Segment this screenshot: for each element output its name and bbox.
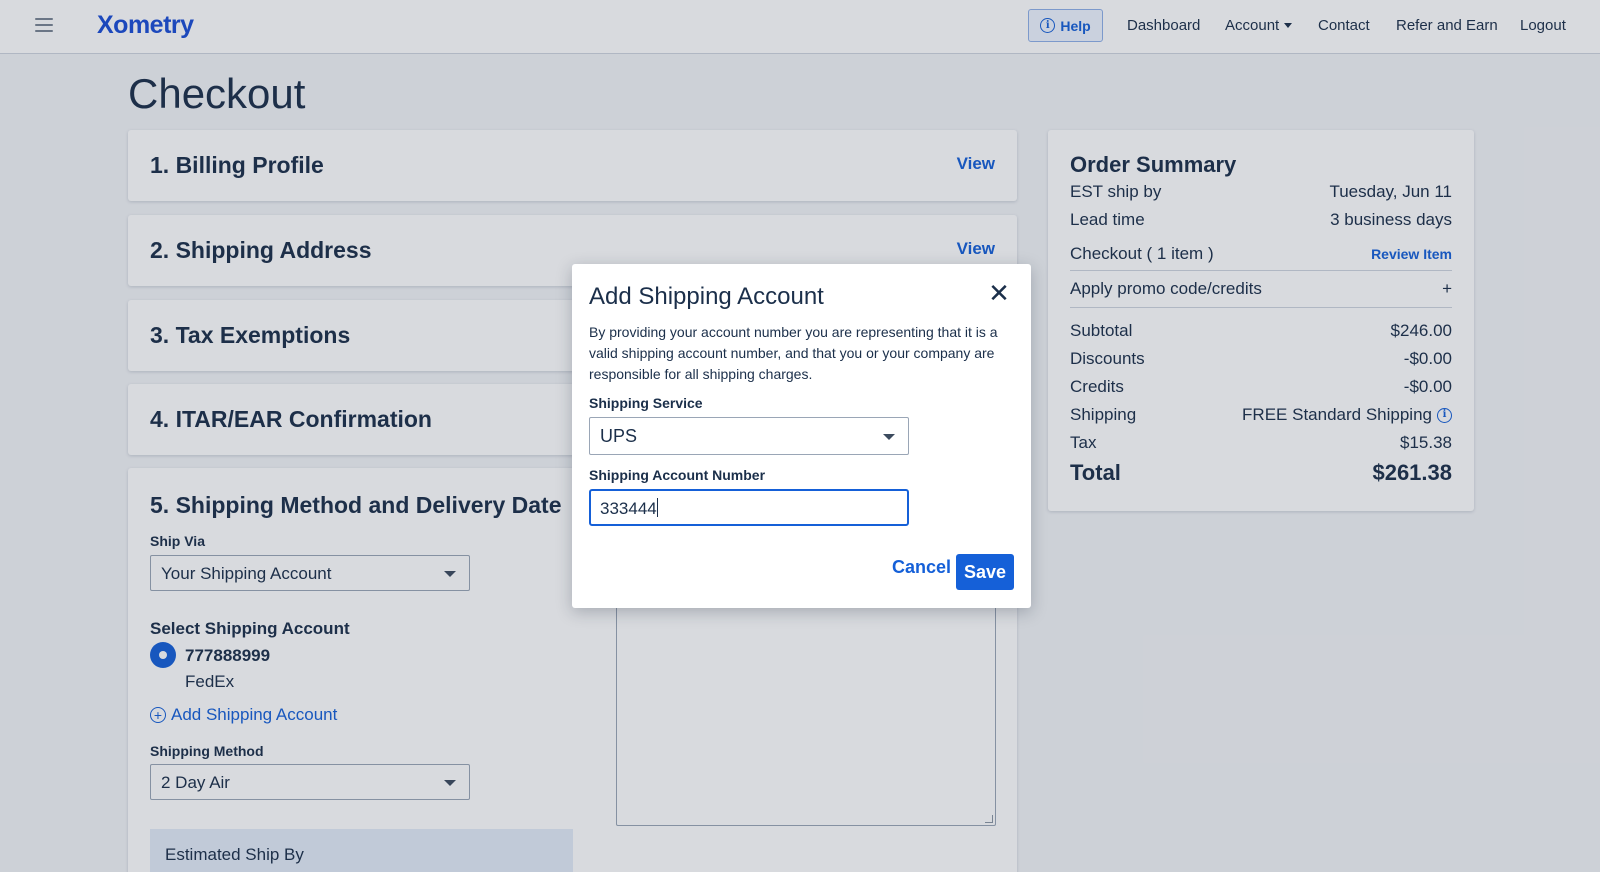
dropdown-arrow-icon [883, 434, 895, 440]
close-icon[interactable]: ✕ [987, 280, 1011, 306]
text-cursor [656, 498, 658, 517]
shipping-service-select[interactable]: UPS [589, 417, 909, 455]
modal-description: By providing your account number you are… [589, 324, 998, 382]
shipping-account-number-value: 333444 [600, 499, 657, 518]
shipping-account-number-label: Shipping Account Number [589, 467, 766, 483]
shipping-service-label: Shipping Service [589, 395, 703, 411]
cancel-button[interactable]: Cancel [892, 557, 951, 578]
save-button[interactable]: Save [956, 554, 1014, 590]
shipping-account-number-input[interactable]: 333444 [589, 489, 909, 526]
shipping-service-value: UPS [600, 426, 638, 446]
add-shipping-account-modal: Add Shipping Account ✕ By providing your… [572, 264, 1031, 608]
modal-title: Add Shipping Account [589, 283, 824, 310]
